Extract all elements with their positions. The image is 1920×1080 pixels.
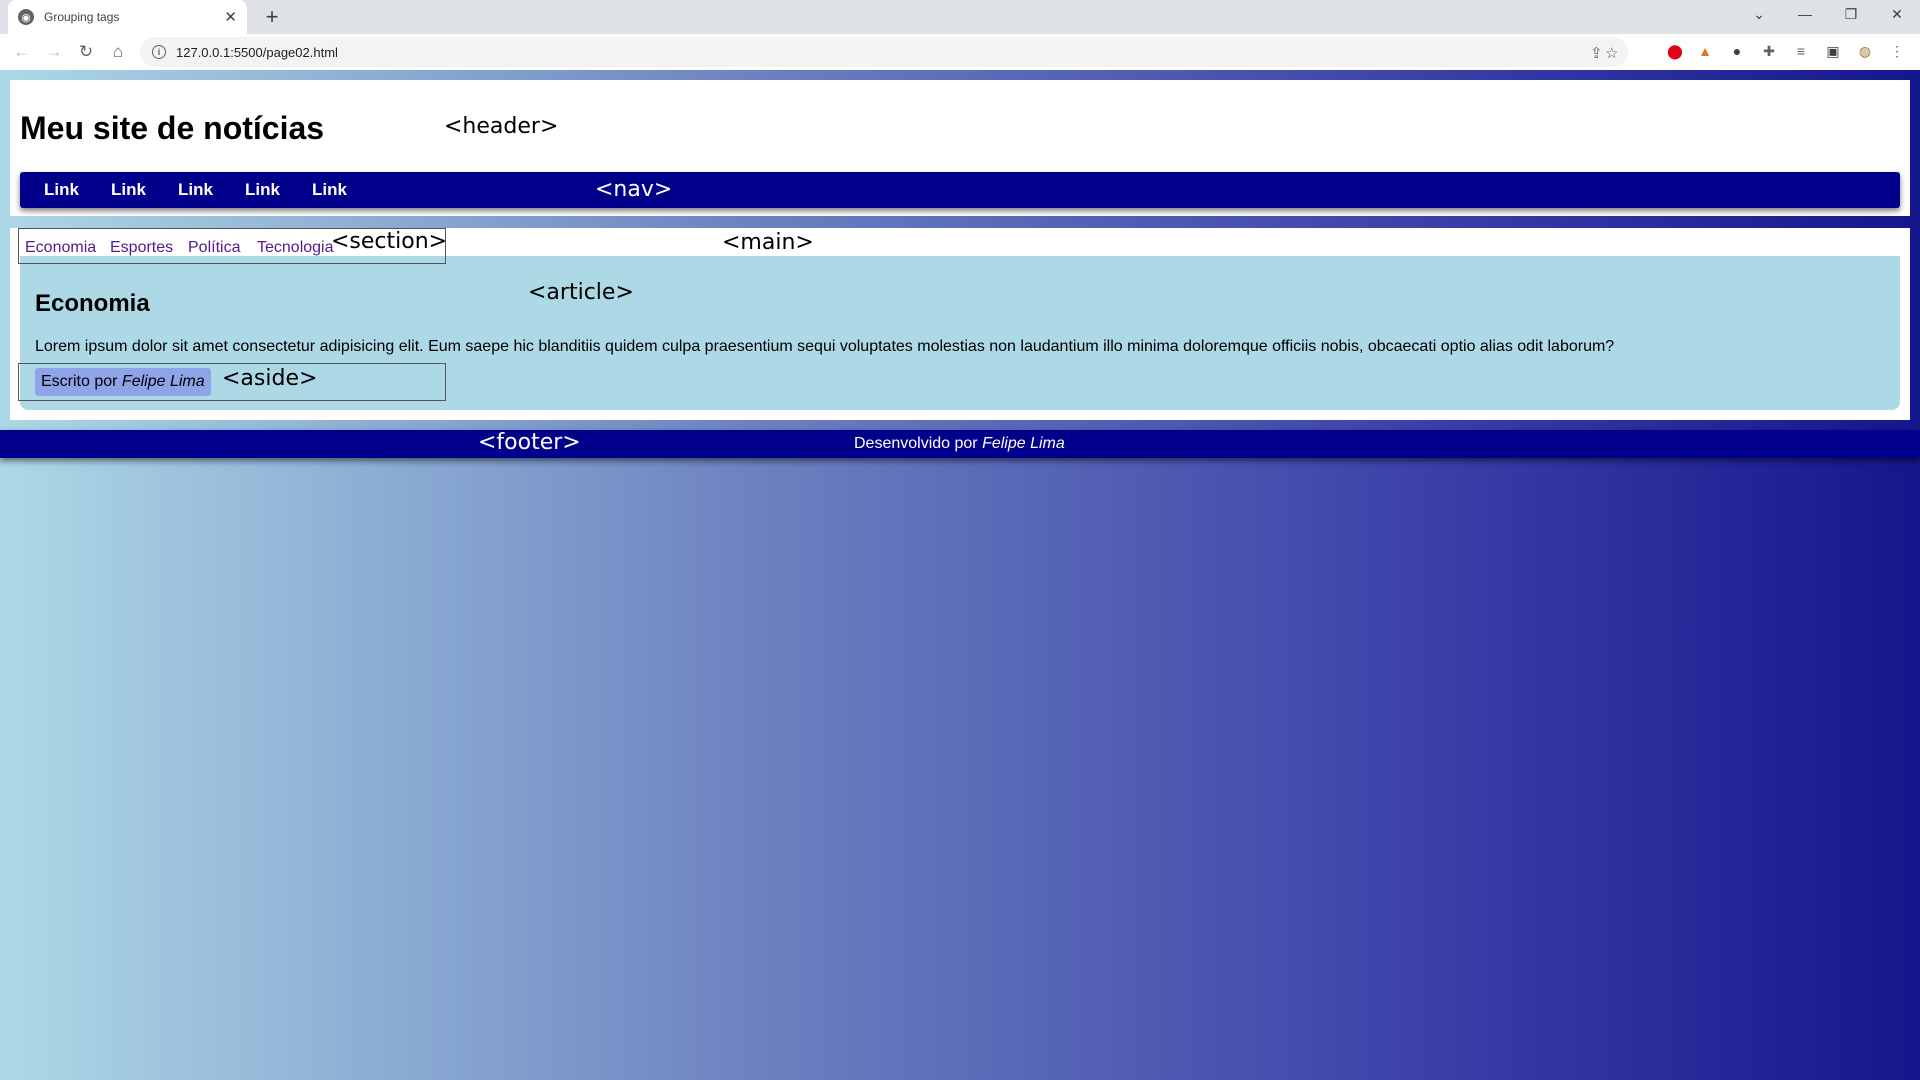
side-panel-icon[interactable]: ▣ <box>1824 42 1842 60</box>
article-tag-label: <article> <box>528 280 634 305</box>
footer-author: Felipe Lima <box>982 435 1065 452</box>
footer-tag-label: <footer> <box>478 430 581 455</box>
forward-button[interactable]: → <box>38 36 70 68</box>
article-title: Economia <box>35 290 150 317</box>
site-nav: Link Link Link Link Link <nav> <box>20 172 1900 208</box>
nav-link-3[interactable]: Link <box>178 180 213 200</box>
menu-kebab-icon[interactable]: ⋮ <box>1888 42 1906 60</box>
new-tab-button[interactable]: + <box>258 3 286 31</box>
author-aside: Escrito por Felipe Lima <aside> <box>18 363 446 401</box>
minimize-button[interactable]: — <box>1782 0 1828 28</box>
header-tag-label: <header> <box>444 114 559 139</box>
category-section: Economia Esportes Política Tecnologia <s… <box>18 228 448 264</box>
browser-tab[interactable]: ◉ Grouping tags ✕ <box>8 0 247 34</box>
close-window-button[interactable]: ✕ <box>1874 0 1920 28</box>
article-text: Lorem ipsum dolor sit amet consectetur a… <box>35 338 1615 355</box>
site-header: Meu site de notícias <header> Link Link … <box>10 80 1910 216</box>
site-info-icon[interactable]: i <box>152 45 166 59</box>
tab-strip: ◉ Grouping tags ✕ + ⌄ — ❐ ✕ <box>0 0 1920 34</box>
author-prefix: Escrito por <box>41 373 122 390</box>
nav-link-5[interactable]: Link <box>312 180 347 200</box>
site-title: Meu site de notícias <box>20 110 325 146</box>
nav-tag-label: <nav> <box>595 177 673 202</box>
aside-tag-label: <aside> <box>222 366 318 391</box>
author-name: Felipe Lima <box>121 373 205 390</box>
back-button[interactable]: ← <box>6 36 38 68</box>
url-text: 127.0.0.1:5500/page02.html <box>176 44 338 60</box>
metamask-icon[interactable]: ▲ <box>1696 42 1714 60</box>
globe-icon: ◉ <box>18 9 34 25</box>
bookmark-star-icon[interactable]: ☆ <box>1605 44 1618 62</box>
profile-avatar[interactable]: ◍ <box>1856 42 1874 60</box>
main-tag-label: <main> <box>722 230 814 255</box>
tab-search-icon[interactable]: ⌄ <box>1736 0 1782 28</box>
footer-credit: Desenvolvido por Felipe Lima <box>854 435 1065 453</box>
section-link-tecnologia[interactable]: Tecnologia <box>257 239 334 257</box>
author-badge: Escrito por Felipe Lima <box>35 368 211 396</box>
opera-icon[interactable]: ⬤ <box>1666 42 1684 60</box>
section-link-politica[interactable]: Política <box>188 239 240 257</box>
puzzle-extensions-icon[interactable]: ✚ <box>1760 42 1778 60</box>
nav-link-4[interactable]: Link <box>245 180 280 200</box>
footer-prefix: Desenvolvido por <box>854 435 983 452</box>
reload-button[interactable]: ↻ <box>70 36 102 68</box>
browser-toolbar: ← → ↻ ⌂ i 127.0.0.1:5500/page02.html ⇪ ☆ <box>0 34 1920 70</box>
site-main: Economia Lorem ipsum dolor sit amet cons… <box>10 228 1910 420</box>
tab-close-icon[interactable]: ✕ <box>224 8 237 26</box>
page-viewport: Meu site de notícias <header> Link Link … <box>0 70 1920 1080</box>
nav-link-2[interactable]: Link <box>111 180 146 200</box>
section-link-esportes[interactable]: Esportes <box>110 239 173 257</box>
home-button[interactable]: ⌂ <box>102 36 134 68</box>
site-footer: <footer> Desenvolvido por Felipe Lima <box>0 430 1920 458</box>
nav-link-1[interactable]: Link <box>44 180 79 200</box>
extension-cluster-icon[interactable]: ● <box>1728 42 1746 60</box>
reading-list-icon[interactable]: ≡ <box>1792 42 1810 60</box>
address-bar[interactable]: i 127.0.0.1:5500/page02.html ⇪ ☆ <box>140 37 1628 67</box>
tab-title: Grouping tags <box>44 10 120 24</box>
restore-button[interactable]: ❐ <box>1828 0 1874 28</box>
section-link-economia[interactable]: Economia <box>25 239 96 257</box>
share-icon[interactable]: ⇪ <box>1590 44 1603 62</box>
section-tag-label: <section> <box>331 229 448 254</box>
